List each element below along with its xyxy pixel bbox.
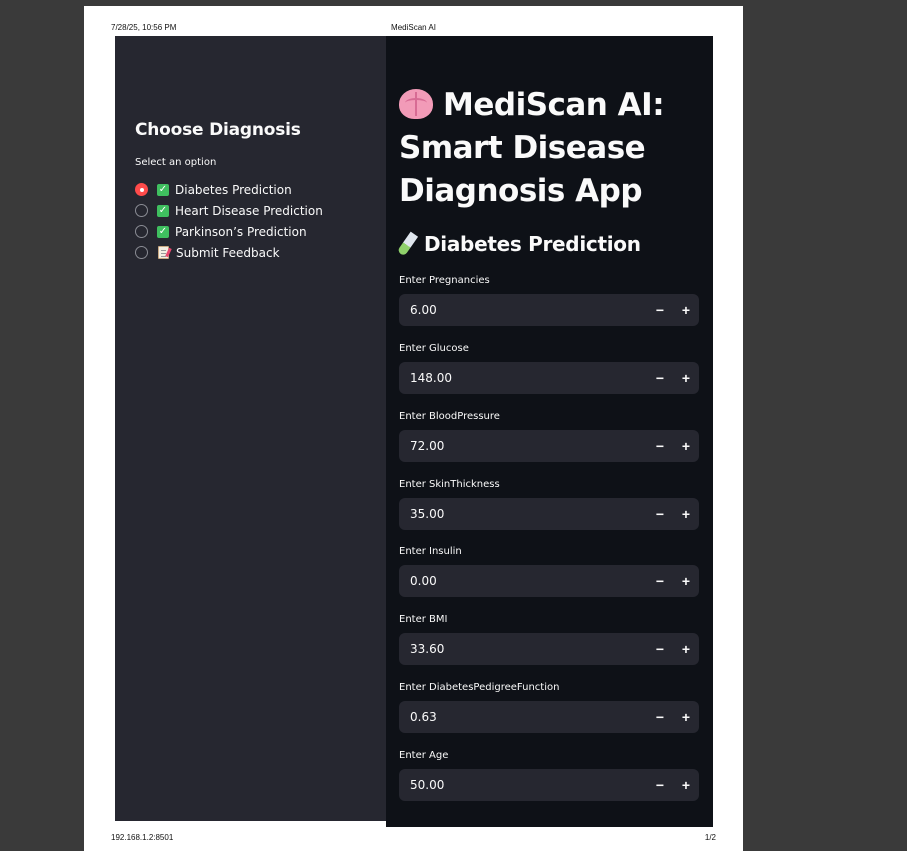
radio-option-label: Submit Feedback xyxy=(176,245,280,260)
sidebar: Choose Diagnosis Select an option ✓ Diab… xyxy=(115,36,386,821)
decrement-button[interactable]: − xyxy=(647,370,673,386)
decrement-button[interactable]: − xyxy=(647,777,673,793)
increment-button[interactable]: + xyxy=(673,438,699,454)
radio-option-heart-disease[interactable]: ✓ Heart Disease Prediction xyxy=(135,200,323,221)
radio-option-parkinsons[interactable]: ✓ Parkinson’s Prediction xyxy=(135,221,323,242)
main-content: MediScan AI: Smart Disease Diagnosis App… xyxy=(386,36,713,827)
test-tube-icon xyxy=(396,231,419,257)
number-input-value[interactable]: 72.00 xyxy=(399,439,647,453)
increment-button[interactable]: + xyxy=(673,506,699,522)
field-label: Enter Glucose xyxy=(399,343,469,354)
number-input[interactable]: 0.00 − + xyxy=(399,565,699,597)
number-input-value[interactable]: 0.63 xyxy=(399,710,647,724)
field-pregnancies: Enter Pregnancies 6.00 − + xyxy=(399,275,699,326)
field-label: Enter BloodPressure xyxy=(399,411,500,422)
number-input-value[interactable]: 35.00 xyxy=(399,507,647,521)
decrement-button[interactable]: − xyxy=(647,573,673,589)
increment-button[interactable]: + xyxy=(673,573,699,589)
radio-option-feedback[interactable]: Submit Feedback xyxy=(135,242,323,263)
number-input-value[interactable]: 50.00 xyxy=(399,778,647,792)
section-title-text: Diabetes Prediction xyxy=(424,232,641,256)
decrement-button[interactable]: − xyxy=(647,506,673,522)
increment-button[interactable]: + xyxy=(673,641,699,657)
decrement-button[interactable]: − xyxy=(647,438,673,454)
app-window: Choose Diagnosis Select an option ✓ Diab… xyxy=(115,36,713,827)
print-url: 192.168.1.2:8501 xyxy=(111,833,174,842)
number-input-value[interactable]: 6.00 xyxy=(399,303,647,317)
radio-unselected-icon[interactable] xyxy=(135,246,148,259)
field-label: Enter BMI xyxy=(399,614,448,625)
number-input[interactable]: 35.00 − + xyxy=(399,498,699,530)
radio-option-label: Parkinson’s Prediction xyxy=(175,224,307,239)
field-bmi: Enter BMI 33.60 − + xyxy=(399,614,699,665)
number-input-value[interactable]: 148.00 xyxy=(399,371,647,385)
increment-button[interactable]: + xyxy=(673,370,699,386)
number-input[interactable]: 148.00 − + xyxy=(399,362,699,394)
check-mark-icon: ✓ xyxy=(157,225,169,238)
field-insulin: Enter Insulin 0.00 − + xyxy=(399,546,699,597)
sidebar-title: Choose Diagnosis xyxy=(135,120,301,140)
radio-option-label: Heart Disease Prediction xyxy=(175,203,323,218)
radio-unselected-icon[interactable] xyxy=(135,204,148,217)
field-label: Enter Age xyxy=(399,750,449,761)
field-blood-pressure: Enter BloodPressure 72.00 − + xyxy=(399,411,699,462)
number-input[interactable]: 72.00 − + xyxy=(399,430,699,462)
field-age: Enter Age 50.00 − + xyxy=(399,750,699,801)
radio-unselected-icon[interactable] xyxy=(135,225,148,238)
field-diabetes-pedigree: Enter DiabetesPedigreeFunction 0.63 − + xyxy=(399,682,699,733)
number-input-value[interactable]: 0.00 xyxy=(399,574,647,588)
field-label: Enter Insulin xyxy=(399,546,462,557)
memo-icon xyxy=(158,246,169,259)
decrement-button[interactable]: − xyxy=(647,641,673,657)
print-page: 7/28/25, 10:56 PM MediScan AI Choose Dia… xyxy=(84,6,743,851)
field-skin-thickness: Enter SkinThickness 35.00 − + xyxy=(399,479,699,530)
brain-icon xyxy=(399,89,433,119)
number-input[interactable]: 6.00 − + xyxy=(399,294,699,326)
field-label: Enter Pregnancies xyxy=(399,275,490,286)
number-input[interactable]: 33.60 − + xyxy=(399,633,699,665)
radio-group-label: Select an option xyxy=(135,157,217,168)
radio-option-diabetes[interactable]: ✓ Diabetes Prediction xyxy=(135,179,323,200)
increment-button[interactable]: + xyxy=(673,777,699,793)
check-mark-icon: ✓ xyxy=(157,183,169,196)
field-label: Enter SkinThickness xyxy=(399,479,500,490)
field-glucose: Enter Glucose 148.00 − + xyxy=(399,343,699,394)
field-label: Enter DiabetesPedigreeFunction xyxy=(399,682,560,693)
section-title: Diabetes Prediction xyxy=(396,231,641,257)
print-page-title: MediScan AI xyxy=(391,23,436,32)
print-page-number: 1/2 xyxy=(704,833,716,842)
number-input[interactable]: 50.00 − + xyxy=(399,769,699,801)
increment-button[interactable]: + xyxy=(673,709,699,725)
number-input[interactable]: 0.63 − + xyxy=(399,701,699,733)
radio-selected-icon[interactable] xyxy=(135,183,148,196)
decrement-button[interactable]: − xyxy=(647,709,673,725)
decrement-button[interactable]: − xyxy=(647,302,673,318)
check-mark-icon: ✓ xyxy=(157,204,169,217)
page-title-text: MediScan AI: Smart Disease Diagnosis App xyxy=(399,87,665,209)
diagnosis-radio-group: ✓ Diabetes Prediction ✓ Heart Disease Pr… xyxy=(135,179,323,263)
increment-button[interactable]: + xyxy=(673,302,699,318)
radio-option-label: Diabetes Prediction xyxy=(175,182,292,197)
number-input-value[interactable]: 33.60 xyxy=(399,642,647,656)
page-title: MediScan AI: Smart Disease Diagnosis App xyxy=(399,84,709,213)
